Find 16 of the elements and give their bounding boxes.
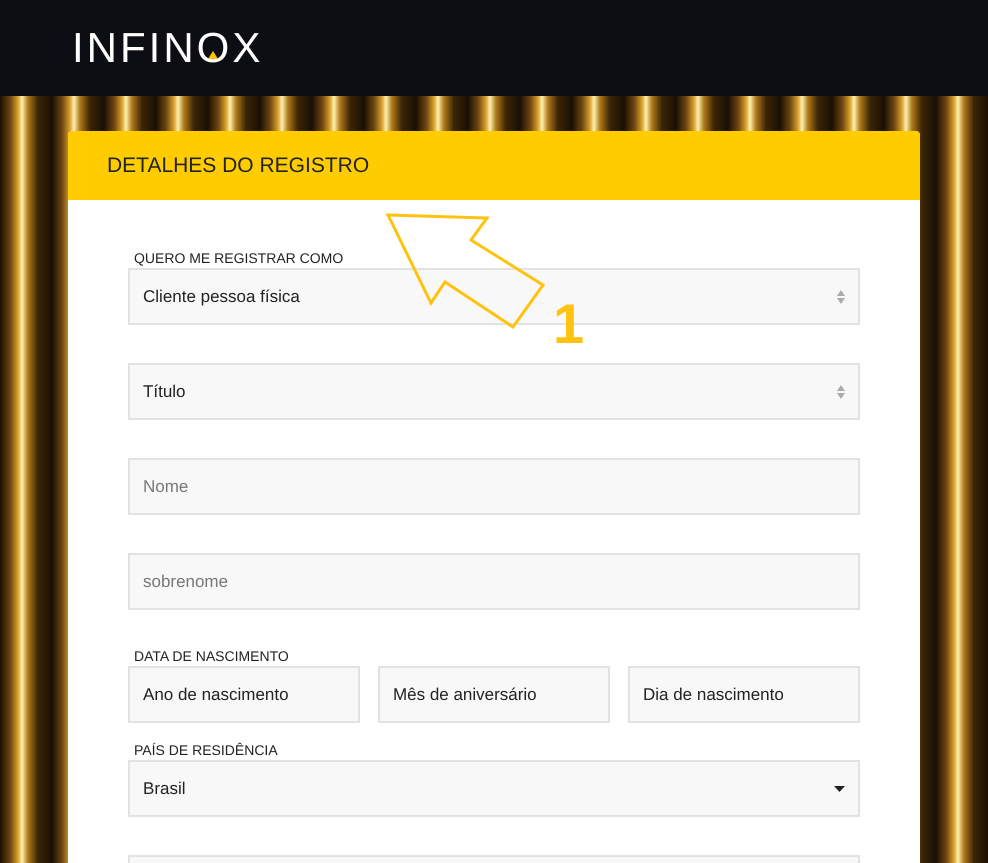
input-field[interactable]: sobrenome <box>128 553 860 610</box>
logo[interactable]: INFINOX <box>72 24 264 70</box>
field-label: PAÍS DE RESIDÊNCIA <box>133 742 279 758</box>
spinner-arrows-icon <box>837 384 845 400</box>
caret-icon <box>834 786 845 792</box>
select-field[interactable]: Dia de nascimento <box>628 666 860 723</box>
select-field[interactable]: Mês de aniversário <box>378 666 610 723</box>
dropdown-field[interactable]: Brasil <box>128 760 860 817</box>
input-field[interactable]: Nome <box>128 458 860 515</box>
spinner-arrows-icon <box>837 288 845 304</box>
select-field[interactable]: Ano de nascimento <box>128 666 360 723</box>
field-label: QUERO ME REGISTRAR COMO <box>133 250 344 266</box>
triangle-icon <box>208 50 218 58</box>
card-title: DETALHES DO REGISTRO <box>107 152 370 179</box>
select-field[interactable]: Título <box>128 363 860 420</box>
field-label: DATA DE NASCIMENTO <box>133 648 290 664</box>
